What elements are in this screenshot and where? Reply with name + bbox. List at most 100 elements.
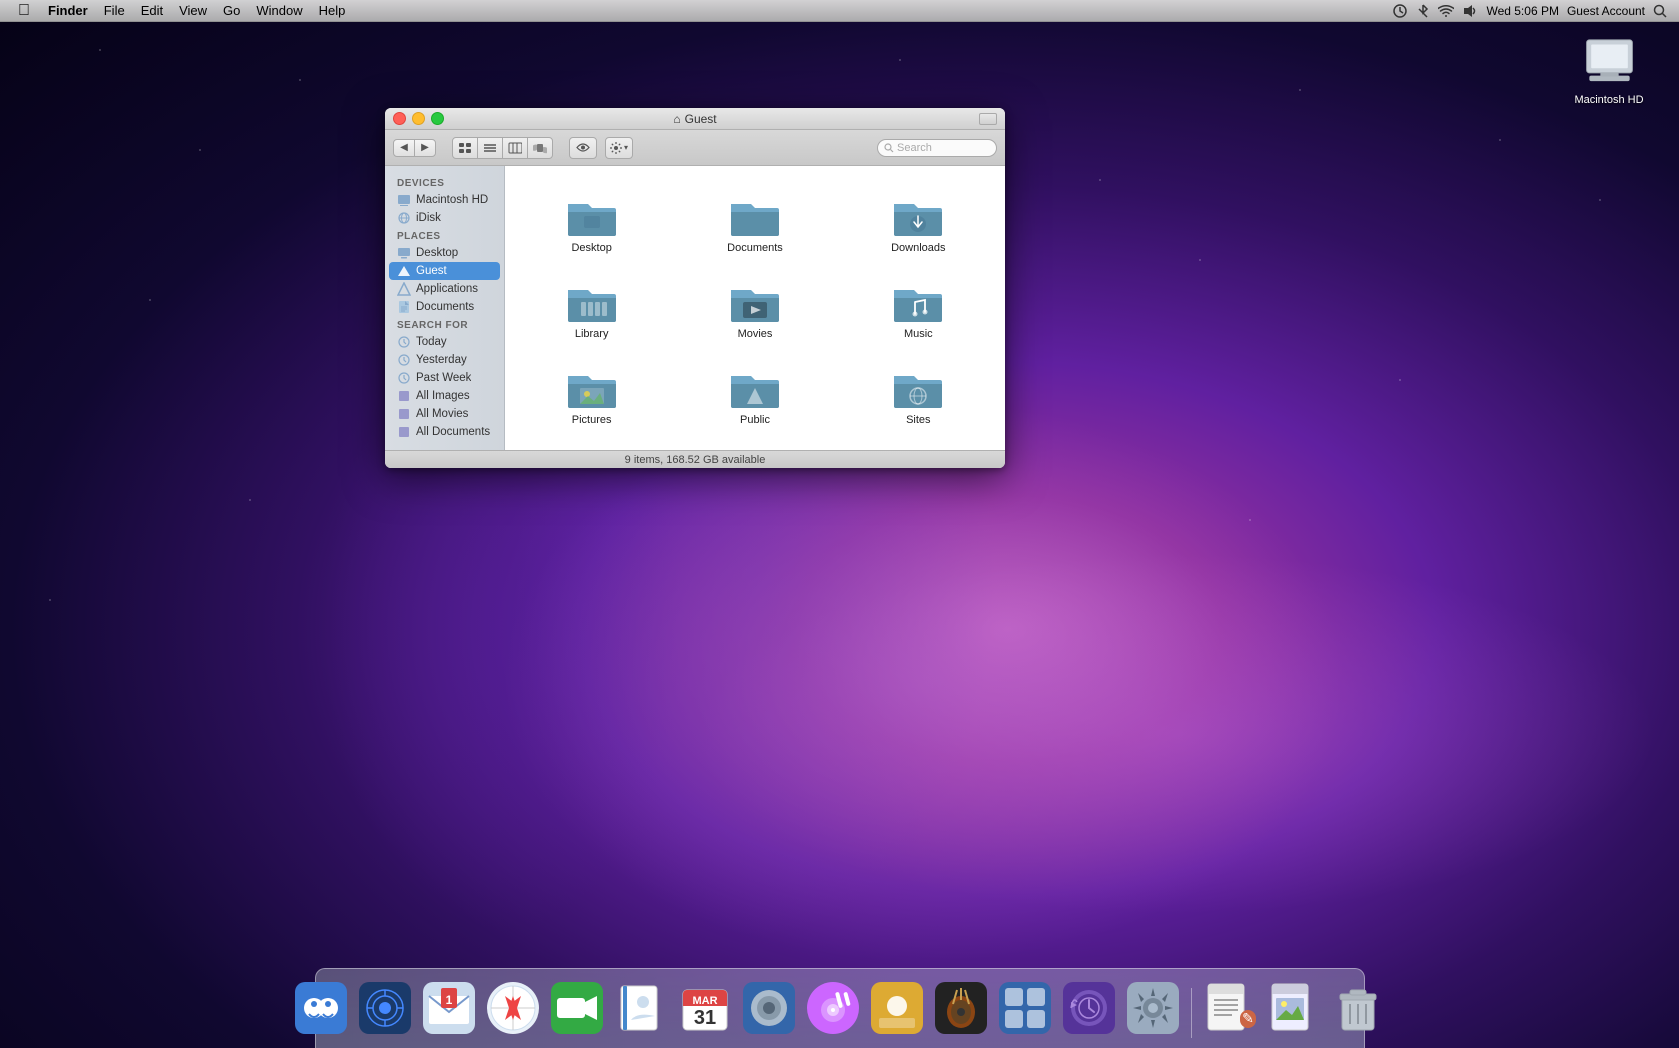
system-preferences-dock-icon [1123, 978, 1183, 1038]
sidebar-item-desktop[interactable]: Desktop [389, 244, 500, 262]
datetime-display[interactable]: Wed 5:06 PM [1486, 4, 1558, 18]
finder-window: ⌂ Guest ◀ ▶ [385, 108, 1005, 468]
sites-folder-label: Sites [906, 414, 930, 426]
dock-item-time-machine[interactable] [1059, 978, 1119, 1038]
dock-item-safari[interactable] [483, 978, 543, 1038]
spotlight-icon[interactable] [1653, 4, 1667, 18]
public-folder-item[interactable]: Public [678, 358, 831, 434]
eye-action-button[interactable] [569, 137, 597, 159]
pictures-folder-item[interactable]: Pictures [515, 358, 668, 434]
sites-folder-item[interactable]: Sites [842, 358, 995, 434]
facetime-dock-icon [547, 978, 607, 1038]
photobooth-dock-icon [867, 978, 927, 1038]
view-menu[interactable]: View [171, 0, 215, 22]
help-menu[interactable]: Help [311, 0, 354, 22]
mail-dock-icon: 1 [419, 978, 479, 1038]
finder-menu[interactable]: Finder [40, 0, 96, 22]
wifi-menubar-icon[interactable] [1438, 4, 1454, 18]
sidebar-macintosh-hd-label: Macintosh HD [416, 194, 488, 206]
sidebar-today-label: Today [416, 336, 447, 348]
dock-item-textedit[interactable]: ✎ [1200, 978, 1260, 1038]
itunes-dock-icon [803, 978, 863, 1038]
sidebar-item-all-movies[interactable]: All Movies [389, 405, 500, 423]
pictures-folder-icon [566, 366, 618, 410]
sidebar-item-guest[interactable]: Guest [389, 262, 500, 280]
dock-item-system-preferences[interactable] [1123, 978, 1183, 1038]
desktop-macintosh-hd-icon[interactable]: Macintosh HD [1569, 30, 1649, 106]
music-folder-item[interactable]: Music [842, 272, 995, 348]
window-minimize-button[interactable] [412, 112, 425, 125]
sidebar-item-past-week[interactable]: Past Week [389, 369, 500, 387]
icon-view-button[interactable] [452, 137, 478, 159]
trash-dock-icon [1328, 978, 1388, 1038]
window-menu[interactable]: Window [248, 0, 310, 22]
dock-item-photobooth[interactable] [867, 978, 927, 1038]
window-title-text: Guest [685, 112, 717, 126]
iphoto-dock-icon [739, 978, 799, 1038]
sidebar-item-today[interactable]: Today [389, 333, 500, 351]
sidebar-item-all-documents[interactable]: All Documents [389, 423, 500, 441]
spaces-dock-icon [995, 978, 1055, 1038]
dock-item-itunes[interactable] [803, 978, 863, 1038]
apple-menu[interactable]:  [8, 0, 40, 22]
back-button[interactable]: ◀ [393, 139, 415, 157]
status-bar: 9 items, 168.52 GB available [385, 450, 1005, 468]
list-view-button[interactable] [477, 137, 503, 159]
bluetooth-menubar-icon[interactable] [1416, 3, 1430, 19]
window-collapse-button[interactable] [979, 113, 997, 125]
sidebar-applications-label: Applications [416, 283, 478, 295]
sidebar-item-yesterday[interactable]: Yesterday [389, 351, 500, 369]
downloads-folder-icon [892, 194, 944, 238]
dock-item-iphoto[interactable] [739, 978, 799, 1038]
dock-item-address-book[interactable] [611, 978, 671, 1038]
yesterday-sidebar-icon [397, 353, 411, 367]
sidebar-item-applications[interactable]: Applications [389, 280, 500, 298]
sidebar-all-movies-label: All Movies [416, 408, 468, 420]
sidebar: DEVICES Macintosh HD iDisk PLACES [385, 166, 505, 450]
search-box[interactable]: Search [877, 139, 997, 157]
dock-item-garageband[interactable] [931, 978, 991, 1038]
edit-menu[interactable]: Edit [133, 0, 171, 22]
documents-folder-item[interactable]: Documents [678, 186, 831, 262]
window-body: DEVICES Macintosh HD iDisk PLACES [385, 166, 1005, 450]
columns-view-button[interactable] [502, 137, 528, 159]
dock-item-trash[interactable] [1328, 978, 1388, 1038]
user-account-display[interactable]: Guest Account [1567, 4, 1645, 18]
preview-dock-icon [1264, 978, 1324, 1038]
go-menu[interactable]: Go [215, 0, 248, 22]
file-menu[interactable]: File [96, 0, 133, 22]
dock-item-ical[interactable]: MAR 31 [675, 978, 735, 1038]
address-book-dock-icon [611, 978, 671, 1038]
dock-item-finder[interactable] [291, 978, 351, 1038]
macintosh-hd-label: Macintosh HD [1569, 94, 1649, 106]
svg-text:1: 1 [446, 993, 453, 1007]
dock-item-mail[interactable]: 1 [419, 978, 479, 1038]
movies-folder-item[interactable]: Movies [678, 272, 831, 348]
window-close-button[interactable] [393, 112, 406, 125]
main-content: Desktop Documents [505, 166, 1005, 450]
dock-item-spaces[interactable] [995, 978, 1055, 1038]
sidebar-desktop-label: Desktop [416, 247, 458, 259]
library-folder-label: Library [575, 328, 609, 340]
time-machine-menubar-icon[interactable] [1392, 3, 1408, 19]
library-folder-item[interactable]: Library [515, 272, 668, 348]
downloads-folder-item[interactable]: Downloads [842, 186, 995, 262]
sidebar-item-macintosh-hd[interactable]: Macintosh HD [389, 191, 500, 209]
sidebar-all-documents-label: All Documents [416, 426, 490, 438]
gear-action-button[interactable]: ▾ [605, 137, 633, 159]
dock-item-preview[interactable] [1264, 978, 1324, 1038]
forward-button[interactable]: ▶ [414, 139, 436, 157]
today-sidebar-icon [397, 335, 411, 349]
desktop-folder-item[interactable]: Desktop [515, 186, 668, 262]
volume-menubar-icon[interactable] [1462, 4, 1478, 18]
window-maximize-button[interactable] [431, 112, 444, 125]
dock-item-dashboard[interactable] [355, 978, 415, 1038]
sidebar-item-idisk[interactable]: iDisk [389, 209, 500, 227]
desktop-sidebar-icon [397, 246, 411, 260]
coverflow-view-button[interactable] [527, 137, 553, 159]
sites-folder-icon [892, 366, 944, 410]
sidebar-item-documents[interactable]: Documents [389, 298, 500, 316]
sidebar-item-all-images[interactable]: All Images [389, 387, 500, 405]
applications-sidebar-icon [397, 282, 411, 296]
dock-item-facetime[interactable] [547, 978, 607, 1038]
